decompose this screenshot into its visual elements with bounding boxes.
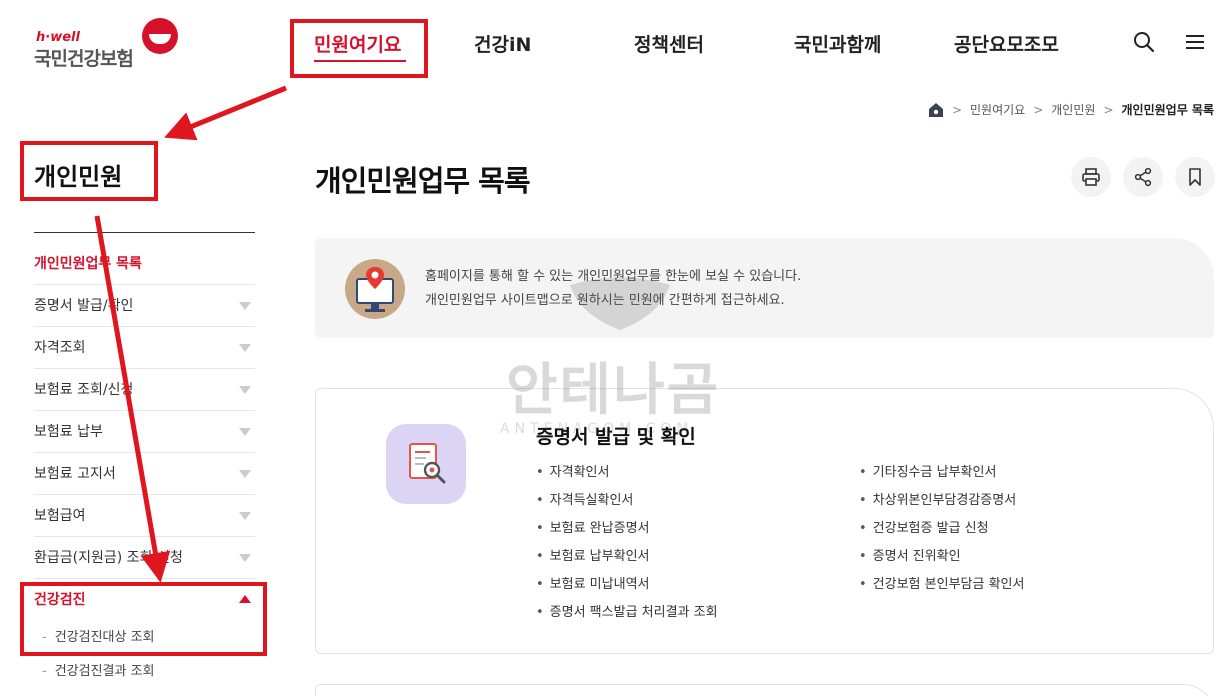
side-menu-label: 자격조회 — [34, 340, 86, 356]
card-title: 증명서 발급 및 확인 — [536, 426, 696, 448]
expand-icon — [239, 470, 251, 478]
side-menu-label: 보험급여 — [34, 508, 86, 524]
card-link[interactable]: 보험료 완납증명서 — [536, 519, 718, 547]
card-link[interactable]: 보험료 납부확인서 — [536, 547, 718, 575]
card-link[interactable]: 자격득실확인서 — [536, 491, 718, 519]
print-button[interactable] — [1071, 157, 1111, 197]
side-menu-item-refund[interactable]: 환급금(지원금) 조회/신청 — [34, 537, 255, 579]
card-link[interactable]: 건강보험증 발급 신청 — [859, 519, 1024, 547]
side-menu-item-qualification[interactable]: 자격조회 — [34, 327, 255, 369]
nav-health-in[interactable]: 건강iN — [474, 30, 531, 57]
side-menu-item-certificate[interactable]: 증명서 발급/확인 — [34, 285, 255, 327]
side-menu-label: 증명서 발급/확인 — [34, 298, 134, 314]
share-button[interactable] — [1123, 157, 1163, 197]
site-logo[interactable]: h·well 국민건강보험 — [34, 18, 184, 70]
nav-with-citizens[interactable]: 국민과함께 — [794, 30, 881, 57]
print-icon — [1082, 168, 1100, 186]
share-icon — [1134, 167, 1152, 187]
lnb-divider — [34, 232, 255, 233]
side-menu-item-premium-inquiry[interactable]: 보험료 조회/신청 — [34, 369, 255, 411]
logo-name: 국민건강보험 — [34, 48, 134, 70]
page: h·well 국민건강보험 민원여기요 건강iN 정책센터 국민과함께 공단요모… — [0, 0, 1230, 696]
side-menu-item-premium-payment[interactable]: 보험료 납부 — [34, 411, 255, 453]
card-links-left: 자격확인서 자격득실확인서 보험료 완납증명서 보험료 납부확인서 보험료 미납… — [536, 463, 718, 631]
side-menu-label: 개인민원업무 목록 — [34, 256, 142, 272]
card-link[interactable]: 차상위본인부담경감증명서 — [859, 491, 1024, 519]
callout-box-lnb-title — [20, 141, 158, 201]
expand-icon — [239, 554, 251, 562]
callout-box-health-checkup — [20, 582, 267, 656]
logo-tagline: h·well — [36, 30, 80, 45]
card-link[interactable]: 증명서 진위확인 — [859, 547, 1024, 575]
card-link[interactable]: 기타징수금 납부확인서 — [859, 463, 1024, 491]
side-submenu-checkup-result[interactable]: - 건강검진결과 조회 — [34, 655, 255, 689]
side-submenu-label: 건강검진결과 조회 — [54, 664, 155, 679]
chevron-right-icon: > — [1103, 102, 1114, 117]
side-menu-item-list[interactable]: 개인민원업무 목록 — [34, 243, 255, 285]
card-link[interactable]: 증명서 팩스발급 처리결과 조회 — [536, 603, 718, 631]
chevron-right-icon: > — [1033, 102, 1044, 117]
home-icon[interactable] — [928, 102, 944, 118]
page-title: 개인민원업무 목록 — [315, 164, 531, 198]
nav-about[interactable]: 공단요모조모 — [954, 30, 1059, 57]
expand-icon — [239, 386, 251, 394]
category-card-next — [315, 684, 1214, 696]
menu-icon[interactable] — [1183, 30, 1207, 54]
card-link[interactable]: 보험료 미납내역서 — [536, 575, 718, 603]
side-menu-label: 보험료 고지서 — [34, 466, 116, 482]
expand-icon — [239, 302, 251, 310]
breadcrumb-item[interactable]: 민원여기요 — [970, 101, 1025, 118]
certificate-search-icon — [386, 424, 466, 504]
search-icon[interactable] — [1132, 30, 1156, 54]
side-menu-label: 보험료 납부 — [34, 424, 103, 440]
intro-line: 홈페이지를 통해 할 수 있는 개인민원업무를 한눈에 보실 수 있습니다. — [425, 269, 802, 284]
arrow-to-lnb-title — [164, 85, 287, 141]
side-menu-label: 보험료 조회/신청 — [34, 382, 134, 398]
breadcrumb-item[interactable]: 개인민원 — [1051, 101, 1095, 118]
breadcrumb-current: 개인민원업무 목록 — [1121, 103, 1215, 117]
side-menu-item-premium-bill[interactable]: 보험료 고지서 — [34, 453, 255, 495]
logo-mark-icon — [142, 18, 178, 54]
chevron-right-icon: > — [951, 102, 962, 117]
card-link[interactable]: 건강보험 본인부담금 확인서 — [859, 575, 1025, 603]
bookmark-icon — [1189, 168, 1201, 186]
breadcrumb: > 민원여기요 > 개인민원 > 개인민원업무 목록 — [928, 101, 1214, 118]
callout-box-nav — [290, 19, 428, 78]
expand-icon — [239, 344, 251, 352]
intro-text: 홈페이지를 통해 할 수 있는 개인민원업무를 한눈에 보실 수 있습니다. 개… — [425, 265, 801, 313]
bookmark-button[interactable] — [1175, 157, 1215, 197]
nav-policy-center[interactable]: 정책센터 — [634, 30, 704, 57]
card-link[interactable]: 자격확인서 — [536, 463, 718, 491]
card-links-right: 기타징수금 납부확인서 차상위본인부담경감증명서 건강보험증 발급 신청 증명서… — [859, 463, 1025, 603]
computer-location-icon — [345, 259, 405, 319]
expand-icon — [239, 428, 251, 436]
category-card-certificate: 증명서 발급 및 확인 자격확인서 자격득실확인서 보험료 완납증명서 보험료 … — [315, 388, 1214, 654]
expand-icon — [239, 512, 251, 520]
side-menu-item-benefits[interactable]: 보험급여 — [34, 495, 255, 537]
intro-line: 개인민원업무 사이트맵으로 원하시는 민원에 간편하게 접근하세요. — [425, 293, 785, 308]
intro-box: 홈페이지를 통해 할 수 있는 개인민원업무를 한눈에 보실 수 있습니다. 개… — [315, 238, 1214, 338]
side-menu-label: 환급금(지원금) 조회/신청 — [34, 550, 183, 566]
